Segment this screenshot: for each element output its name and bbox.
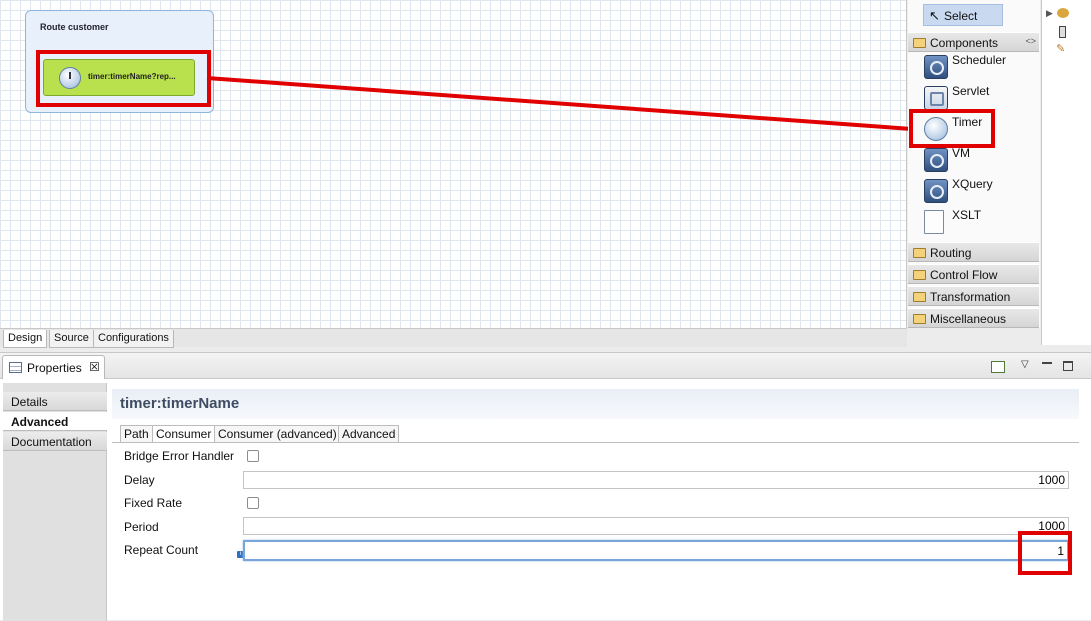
- bridge-error-handler-label: Bridge Error Handler: [124, 449, 235, 463]
- properties-icon: [9, 362, 22, 373]
- palette-item-scheduler[interactable]: Scheduler: [924, 53, 1034, 81]
- tab-properties[interactable]: Properties ☒: [2, 355, 105, 379]
- drawer-components[interactable]: Components <>: [908, 32, 1039, 52]
- pin-view-icon[interactable]: [991, 361, 1005, 373]
- tab-advanced[interactable]: Advanced: [338, 425, 400, 442]
- palette-item-servlet[interactable]: Servlet: [924, 84, 1034, 112]
- palette-item-vm[interactable]: VM: [924, 146, 1034, 174]
- palette-item-label: XSLT: [952, 208, 982, 222]
- repeat-count-highlight-box: [1018, 531, 1072, 575]
- bridge-error-handler-checkbox[interactable]: [247, 450, 259, 462]
- maximize-icon[interactable]: [1063, 361, 1073, 371]
- period-label: Period: [124, 520, 159, 534]
- servlet-icon: [924, 86, 948, 110]
- drawer-control-flow[interactable]: Control Flow: [908, 264, 1039, 284]
- drawer-label: Routing: [930, 246, 972, 260]
- tab-configurations[interactable]: Configurations: [93, 330, 174, 348]
- collapse-icon[interactable]: <>: [1025, 36, 1036, 46]
- drawer-label: Transformation: [930, 290, 1011, 304]
- period-input[interactable]: [243, 517, 1069, 535]
- pencil-icon: ✎: [1056, 43, 1066, 55]
- folder-icon: [913, 314, 926, 324]
- delay-input[interactable]: [243, 471, 1069, 489]
- editor-tab-bar: Design Source Configurations: [0, 328, 907, 348]
- drawer-label: Components: [930, 36, 999, 50]
- close-icon[interactable]: ☒: [89, 360, 100, 374]
- tab-consumer[interactable]: Consumer: [152, 425, 216, 442]
- tab-consumer-advanced[interactable]: Consumer (advanced): [214, 425, 341, 442]
- properties-side-tabs: Details Advanced Documentation: [3, 383, 107, 621]
- tab-path[interactable]: Path: [120, 425, 153, 442]
- drawer-miscellaneous[interactable]: Miscellaneous: [908, 308, 1039, 328]
- view-menu-icon[interactable]: ▽: [1021, 359, 1029, 370]
- palette-item-xslt[interactable]: XSLT: [924, 208, 1034, 236]
- folder-icon: [913, 292, 926, 302]
- side-tab-advanced[interactable]: Advanced: [3, 412, 107, 431]
- fixed-rate-checkbox[interactable]: [247, 497, 259, 509]
- timer-highlight-box: [909, 109, 995, 148]
- delay-label: Delay: [124, 473, 155, 487]
- palette-item-label: XQuery: [952, 177, 993, 191]
- repeat-count-input[interactable]: [243, 540, 1069, 561]
- palette-item-label: Servlet: [952, 84, 990, 98]
- folder-icon: [913, 270, 926, 280]
- tab-design[interactable]: Design: [3, 330, 48, 348]
- outline-panel: ▶ ✎: [1041, 0, 1091, 345]
- select-tool[interactable]: ↖ Select: [923, 4, 1003, 26]
- side-tab-documentation[interactable]: Documentation: [3, 432, 107, 451]
- content-title-bar: timer:timerName: [112, 389, 1079, 419]
- select-label: Select: [944, 9, 978, 23]
- side-tab-details[interactable]: Details: [3, 392, 107, 411]
- scheduler-icon: [924, 55, 948, 79]
- palette: ↖ Select Components <> Scheduler Servlet…: [908, 0, 1040, 328]
- xquery-icon: [924, 179, 948, 203]
- palette-item-xquery[interactable]: XQuery: [924, 177, 1034, 205]
- drawer-label: Miscellaneous: [930, 312, 1007, 326]
- folder-icon: [913, 248, 926, 258]
- drawer-routing[interactable]: Routing: [908, 242, 1039, 262]
- annotation-line: [206, 76, 913, 131]
- drawer-transformation[interactable]: Transformation: [908, 286, 1039, 306]
- tab-divider: [112, 442, 1079, 443]
- tree-expand-icon[interactable]: ▶: [1046, 8, 1053, 19]
- palette-item-label: VM: [952, 146, 970, 160]
- properties-view: Properties ☒ ▽ Details Advanced Document…: [0, 352, 1091, 621]
- cursor-arrow-icon: ↖: [929, 8, 940, 23]
- folder-open-icon: [913, 38, 926, 48]
- properties-header: Properties ☒ ▽: [0, 353, 1091, 379]
- repeat-count-label: Repeat Count: [124, 543, 199, 557]
- xslt-file-icon: [924, 210, 944, 234]
- fixed-rate-label: Fixed Rate: [124, 496, 183, 510]
- vm-icon: [924, 148, 948, 172]
- content-title: timer:timerName: [120, 395, 240, 412]
- properties-tab-label: Properties: [27, 361, 82, 375]
- tab-source[interactable]: Source: [49, 330, 94, 348]
- minimize-icon[interactable]: [1042, 362, 1052, 364]
- drawer-label: Control Flow: [930, 268, 998, 282]
- gears-icon: [1057, 8, 1069, 18]
- palette-item-label: Scheduler: [952, 53, 1007, 67]
- file-icon: [1059, 26, 1066, 38]
